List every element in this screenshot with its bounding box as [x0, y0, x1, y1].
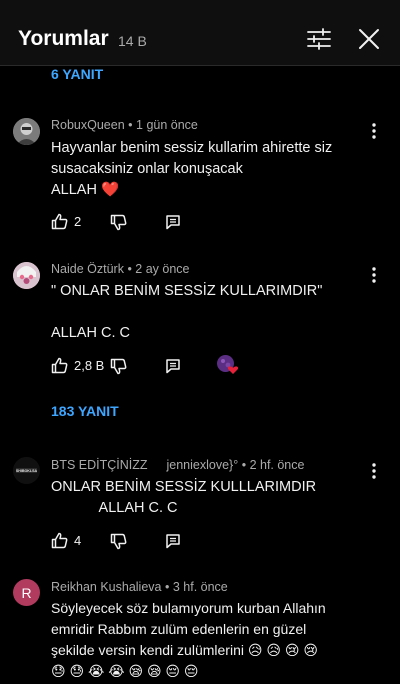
comment-text: ONLAR BENİM SESSİZ KULLLARIMDIR ALLAH C.…	[51, 477, 316, 519]
comments-header: Yorumlar 14 B	[0, 0, 400, 66]
reply-button[interactable]	[165, 358, 181, 374]
comment-time: 2 ay önce	[135, 262, 190, 276]
thumbs-up-icon	[51, 213, 68, 230]
avatar[interactable]	[13, 262, 40, 289]
thumbs-up-icon	[51, 532, 68, 549]
author-name[interactable]: RobuxQueen	[51, 118, 125, 132]
page-title: Yorumlar	[18, 27, 109, 50]
comment-line: şekilde versin kendi zulümlerini 😥 😥 😢 😢	[51, 642, 318, 658]
more-options-icon[interactable]	[368, 122, 380, 140]
heart-emoji: ❤️	[100, 182, 120, 198]
comment-actions: 4	[51, 532, 191, 552]
view-replies-link[interactable]: 183 YANIT	[51, 403, 119, 419]
comment-line	[51, 302, 322, 323]
like-count: 2	[74, 214, 82, 229]
reply-button[interactable]	[165, 533, 181, 549]
avatar-letter: R	[21, 584, 32, 601]
comment-line: ONLAR BENİM SESSİZ KULLLARIMDIR	[51, 479, 317, 495]
comment-time: 3 hf. önce	[172, 580, 228, 594]
comment-line: ALLAH ❤️	[51, 180, 332, 201]
comment-line: " ONLAR BENİM SESSİZ KULLARIMDIR"	[51, 283, 323, 299]
comment-text: Hayvanlar benim sessiz kullarim ahirette…	[51, 138, 332, 201]
avatar[interactable]: R	[13, 579, 40, 606]
avatar-text: SHIBOKLSA	[16, 469, 38, 473]
thumbs-down-icon	[110, 358, 127, 375]
comment-line: emridir Rabbım zulüm edenlerin en güzel	[51, 621, 307, 637]
comment-line: ALLAH C. C	[51, 500, 178, 516]
filter-icon[interactable]	[306, 28, 332, 50]
thumbs-down-icon	[110, 214, 127, 231]
avatar-image: SHIBOKLSA	[13, 457, 40, 484]
comment-line: Söyleyecek söz bulamıyorum kurban Allahı…	[51, 600, 326, 616]
more-options-icon[interactable]	[368, 266, 380, 284]
comment-line: 😓 😓 😭 😭 😪 😪 😔 😔	[51, 663, 199, 679]
view-replies-link[interactable]: 6 YANIT	[51, 66, 103, 82]
dislike-button[interactable]	[110, 533, 127, 550]
like-button[interactable]: 2	[51, 213, 81, 230]
close-icon[interactable]	[358, 28, 380, 50]
reply-icon	[166, 534, 180, 549]
avatar-image	[13, 118, 40, 145]
comment-time: 1 gün önce	[136, 118, 198, 132]
more-options-icon[interactable]	[368, 462, 380, 480]
comment-actions: 2	[51, 213, 191, 233]
dislike-button[interactable]	[110, 214, 127, 231]
comment-meta: BTS EDİTÇİNİZZ jenniexlove}° • 2 hf. önc…	[51, 458, 305, 472]
like-count: 2,8 B	[74, 358, 105, 373]
author-name[interactable]: BTS EDİTÇİNİZZ	[51, 458, 148, 472]
comment-line: susacaksiniz onlar konuşacak	[51, 161, 243, 177]
comment-meta: Naide Öztürk • 2 ay önce	[51, 262, 190, 276]
comment-meta: RobuxQueen • 1 gün önce	[51, 118, 198, 132]
comment-text: " ONLAR BENİM SESSİZ KULLARIMDIR" ALLAH C…	[51, 281, 322, 344]
creator-heart-icon	[217, 355, 239, 374]
comment-text: Söyleyecek söz bulamıyorum kurban Allahı…	[51, 598, 326, 682]
like-count: 4	[74, 533, 82, 548]
comment-meta: Reikhan Kushalieva • 3 hf. önce	[51, 580, 228, 594]
avatar[interactable]	[13, 118, 40, 145]
comment-line-text: ALLAH	[51, 182, 97, 198]
author-suffix: jenniexlove}°	[166, 458, 239, 472]
comment-line: ALLAH C. C	[51, 325, 130, 341]
avatar[interactable]: SHIBOKLSA	[13, 457, 40, 484]
creator-heart-badge	[216, 354, 240, 376]
thumbs-down-icon	[110, 533, 127, 550]
reply-icon	[166, 215, 180, 230]
thumbs-up-icon	[51, 357, 68, 374]
dislike-button[interactable]	[110, 358, 127, 375]
avatar-image	[13, 262, 40, 289]
author-name[interactable]: Reikhan Kushalieva	[51, 580, 162, 594]
author-name[interactable]: Naide Öztürk	[51, 262, 124, 276]
reply-button[interactable]	[165, 214, 181, 230]
like-button[interactable]: 4	[51, 532, 81, 549]
comment-count: 14 B	[118, 33, 147, 49]
comment-time: 2 hf. önce	[249, 458, 305, 472]
like-button[interactable]: 2,8 B	[51, 357, 104, 374]
comment-actions: 2,8 B	[51, 354, 251, 377]
reply-icon	[166, 359, 180, 374]
comment-line: Hayvanlar benim sessiz kullarim ahirette…	[51, 140, 333, 156]
